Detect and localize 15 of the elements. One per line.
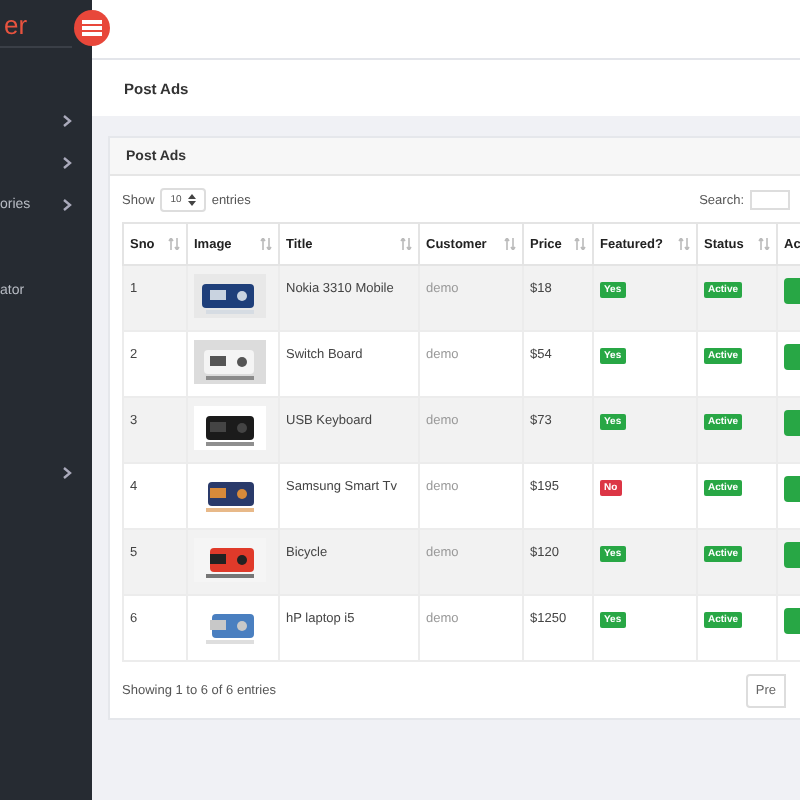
logo-text: er [0, 0, 72, 48]
sort-icon[interactable] [400, 238, 412, 250]
chevron-right-icon[interactable] [62, 114, 72, 128]
sort-icon[interactable] [758, 238, 770, 250]
updown-icon [187, 194, 196, 206]
sort-icon[interactable] [504, 238, 516, 250]
sort-icon[interactable] [678, 238, 690, 250]
sort-icon[interactable] [574, 238, 586, 250]
sort-icon[interactable] [168, 238, 180, 250]
chevron-right-icon[interactable] [62, 466, 72, 480]
search-field[interactable] [750, 190, 790, 210]
sort-icon[interactable] [260, 238, 272, 250]
chevron-right-icon[interactable] [62, 198, 72, 212]
chevron-right-icon[interactable] [62, 156, 72, 170]
menu-icon [82, 20, 102, 36]
